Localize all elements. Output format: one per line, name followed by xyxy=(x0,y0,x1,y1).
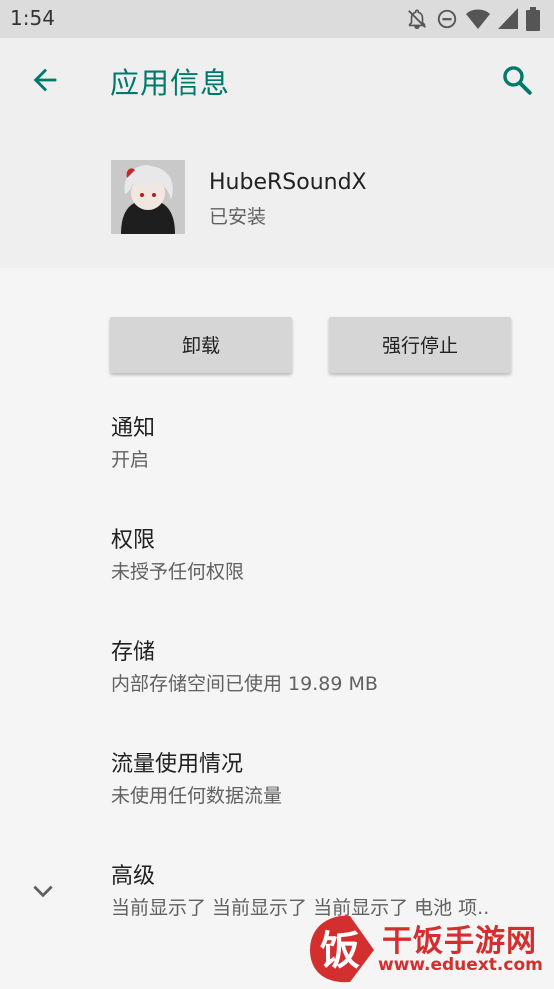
settings-item-permissions[interactable]: 权限 未授予任何权限 xyxy=(111,526,541,586)
item-title: 存储 xyxy=(111,640,156,665)
app-name: HubeRSoundX xyxy=(209,170,367,195)
item-title: 流量使用情况 xyxy=(111,752,244,777)
chevron-down-icon[interactable] xyxy=(30,878,56,904)
status-bar: 1:54 xyxy=(0,0,554,38)
item-title: 高级 xyxy=(111,864,156,889)
settings-item-data-usage[interactable]: 流量使用情况 未使用任何数据流量 xyxy=(111,750,541,810)
status-icons xyxy=(406,7,540,31)
svg-text:饭: 饭 xyxy=(320,928,360,974)
battery-icon xyxy=(526,7,540,31)
app-install-status: 已安装 xyxy=(209,206,267,228)
page-title: 应用信息 xyxy=(110,66,231,100)
notifications-off-icon xyxy=(406,8,428,30)
do-not-disturb-icon xyxy=(436,8,458,30)
watermark-url: www.eduext.com xyxy=(378,955,543,975)
settings-item-storage[interactable]: 存储 内部存储空间已使用 19.89 MB xyxy=(111,638,541,698)
force-stop-button[interactable]: 强行停止 xyxy=(329,317,511,373)
search-icon[interactable] xyxy=(500,63,534,97)
uninstall-button[interactable]: 卸载 xyxy=(110,317,292,373)
item-subtitle: 内部存储空间已使用 19.89 MB xyxy=(111,673,378,695)
cellular-signal-icon xyxy=(498,8,518,30)
app-icon xyxy=(111,160,185,234)
item-subtitle: 未使用任何数据流量 xyxy=(111,785,283,807)
item-subtitle: 开启 xyxy=(111,449,150,471)
arrow-back-icon[interactable] xyxy=(28,63,62,97)
item-subtitle: 未授予任何权限 xyxy=(111,561,245,583)
watermark-logo: 饭 xyxy=(304,910,378,985)
status-time: 1:54 xyxy=(10,6,55,30)
item-title: 通知 xyxy=(111,416,156,441)
settings-item-notifications[interactable]: 通知 开启 xyxy=(111,414,541,474)
watermark: 饭 干饭手游网 www.eduext.com xyxy=(302,910,554,985)
wifi-icon xyxy=(466,8,490,30)
watermark-name: 干饭手游网 xyxy=(382,924,537,959)
item-title: 权限 xyxy=(111,528,156,553)
app-header: 应用信息 HubeRSoundX 已安装 xyxy=(0,38,554,268)
